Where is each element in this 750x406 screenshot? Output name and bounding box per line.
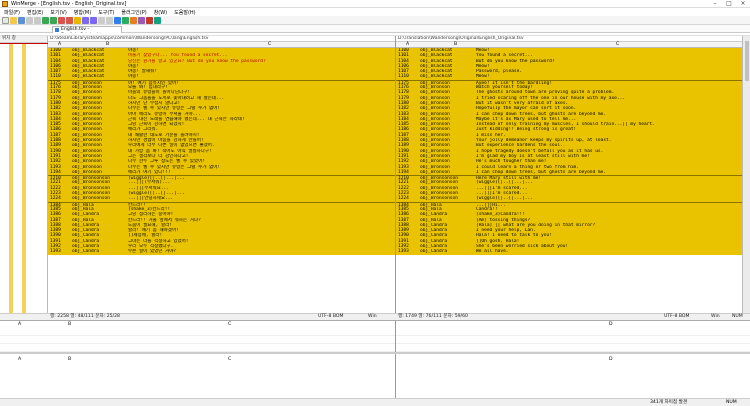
col-a: A [18,357,22,362]
plugin-icon[interactable] [138,16,145,24]
menu-edit[interactable]: 편집(E) [27,9,43,16]
menu-help[interactable]: 도움말(H) [174,9,195,16]
compare-icon[interactable] [154,16,161,24]
vertical-scrollbar[interactable] [742,36,750,313]
right-status: 행: 1749 열: 76/111 문자: 59/60 UTF-8 BOM Wi… [396,313,750,320]
col-c: C [228,357,232,362]
toolbar [0,16,750,25]
left-pane[interactable]: D:\SteamLibrary\steamapps\common\Wanders… [48,36,396,313]
current-position-marker [0,43,48,44]
status-bar: 341개 차이점 발견 NUM [0,398,750,406]
diff-count: 341개 차이점 발견 [650,400,688,405]
minimize-button[interactable]: – [708,0,722,7]
table-row[interactable]: 1393 obj_Candra We all have. [396,249,742,255]
right-rows[interactable]: 1100 obj_Blackcat Meow! 1101 obj_Blackcat You… [396,48,742,313]
menu-plugins[interactable]: 플러그인(P) [121,9,146,16]
right-pane[interactable]: D:\Translation\Wandersong\Original\Engli… [396,36,742,313]
diff-pane-splitter[interactable] [0,352,750,354]
col-d: D [609,322,613,327]
window-title: WinMerge - [English.tsv - English_Origin… [11,0,127,7]
location-bar-left[interactable] [9,43,13,319]
title-bar: WinMerge - [English.tsv - English_Origin… [0,0,750,8]
redo-icon[interactable] [34,16,41,24]
col-b: B [68,322,72,327]
options-icon[interactable] [130,16,137,24]
copy-all-right-icon[interactable] [98,16,105,24]
current-diff-icon[interactable] [74,16,81,24]
copy-right-icon[interactable] [82,16,89,24]
col-c: C [228,322,232,327]
filter-icon[interactable] [122,16,129,24]
col-a: A [18,322,22,327]
left-status: 행: 2258 열: 48/111 문자: 25/28 UTF-8 BOM Wi… [0,313,396,320]
diff-line [0,336,395,344]
num-lock-indicator: NUM [726,400,737,405]
scrollbar-thumb[interactable] [745,41,749,81]
table-row[interactable]: 1393 obj_Candra 무슨 일이 있었던 거야? [48,249,395,255]
document-icon [55,28,59,32]
col-b: B [68,357,72,362]
line-number: 1393 [398,249,409,255]
save-icon[interactable] [18,16,25,24]
diff-line [0,344,395,352]
menu-file[interactable]: 파일(F) [4,9,20,16]
maximize-button[interactable]: □ [722,0,736,7]
last-diff-icon[interactable] [66,16,73,24]
menu-merge[interactable]: 병합(M) [74,9,91,16]
close-button[interactable]: × [736,0,750,7]
copy-all-left-icon[interactable] [106,16,113,24]
location-pane: 위치 창 [0,36,48,320]
diff-pane-lower-header: A B C D [0,356,750,363]
diff-pane-left-header: A B C [0,321,395,328]
new-icon[interactable] [2,16,9,24]
prev-diff-icon[interactable] [50,16,57,24]
copy-left-icon[interactable] [90,16,97,24]
open-folder-icon[interactable] [10,16,17,24]
refresh-icon[interactable] [114,16,121,24]
diff-line [396,344,750,352]
location-bar-right[interactable] [22,43,26,319]
winmerge-logo-icon [2,0,8,7]
tab-bar: English.tsv - English_Original.tsv [0,25,750,38]
undo-icon[interactable] [26,16,33,24]
location-pane-header: 위치 창 [0,36,47,43]
col-d: D [609,357,613,362]
text-cell: 무슨 일이 있었던 거야? [128,249,177,255]
object-cell: obj_Candra [72,249,100,255]
menu-tools[interactable]: 도구(T) [98,9,114,16]
menu-window[interactable]: 창(W) [154,9,167,16]
left-rows[interactable]: 1100 obj_Blackcat 야옹! 1101 obj_Blackcat 비둘기 찾… [48,48,395,313]
first-diff-icon[interactable] [58,16,65,24]
object-cell: obj_Candra [420,249,448,255]
menu-view[interactable]: 보기(V) [50,9,67,16]
zoom-icon[interactable] [146,16,153,24]
diff-line [396,328,750,336]
diff-line [0,328,395,336]
menu-bar: 파일(F) 편집(E) 보기(V) 병합(M) 도구(T) 플러그인(P) 창(… [0,8,750,16]
line-number: 1393 [50,249,61,255]
text-cell: We all have. [476,249,509,255]
diff-pane-right-header: D [396,321,750,328]
diff-line [396,336,750,344]
tab-english-tsv[interactable]: English.tsv - English_Original.tsv [52,26,122,38]
next-diff-icon[interactable] [42,16,49,24]
